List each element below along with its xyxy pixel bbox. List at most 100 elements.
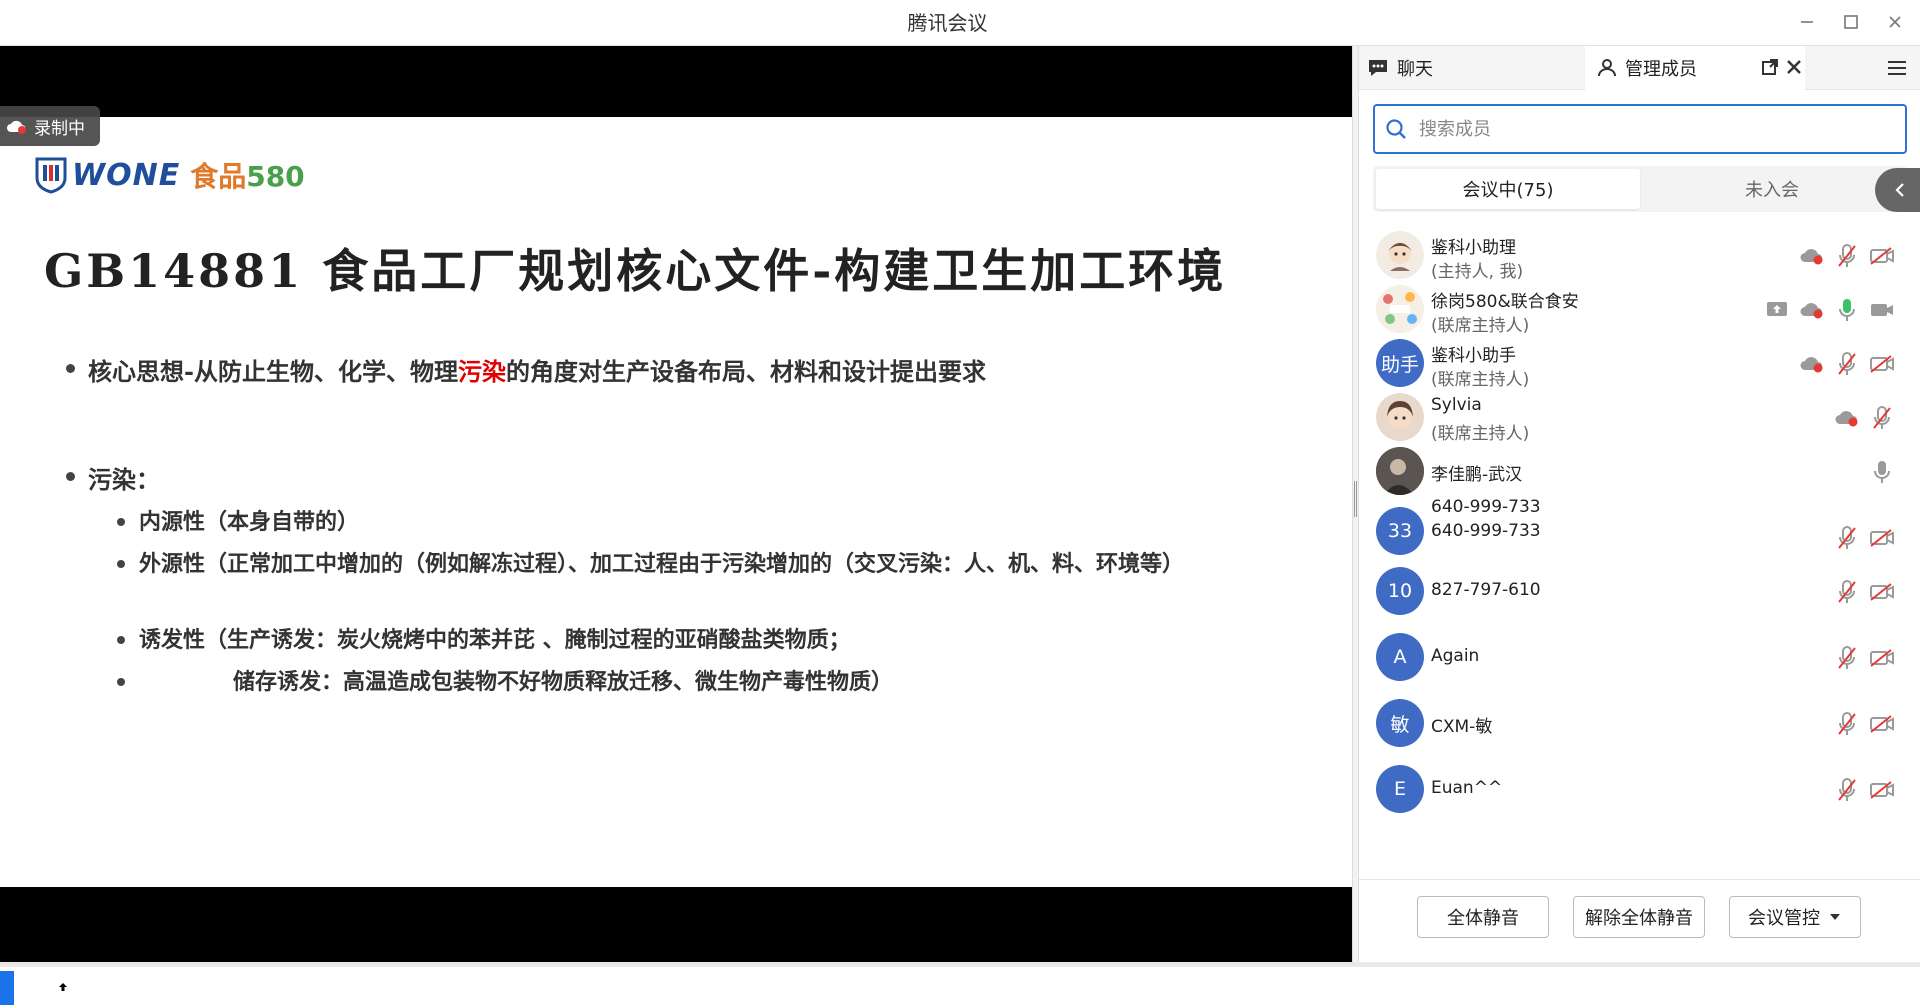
recording-label: 录制中	[34, 118, 85, 139]
member-list[interactable]: 鉴科小助理 (主持人, 我) 徐岗580&联合食安 (联席主持人) 助手 鉴科小…	[1359, 223, 1920, 879]
video-off-icon[interactable]	[1869, 776, 1895, 804]
member-row[interactable]: 敏 CXM-敏	[1359, 691, 1920, 757]
member-search-box[interactable]	[1373, 104, 1907, 154]
slide-subpoint-endogenous: 内源性（本身自带的）	[117, 505, 1239, 539]
avatar	[1376, 231, 1424, 279]
slide-title: GB14881 食品工厂规划核心文件-构建卫生加工环境	[44, 244, 1227, 298]
member-name: 827-797-610	[1431, 580, 1541, 600]
maximize-button[interactable]	[1834, 7, 1868, 37]
member-row[interactable]: A Again	[1359, 625, 1920, 691]
splitter-grip[interactable]	[1354, 481, 1357, 517]
unmute-all-button[interactable]: 解除全体静音	[1573, 896, 1705, 938]
avatar: E	[1376, 765, 1424, 813]
mic-muted-icon[interactable]	[1834, 350, 1860, 378]
member-row[interactable]: E Euan^^	[1359, 757, 1920, 823]
microphone-icon[interactable]	[24, 976, 42, 1000]
mic-muted-icon[interactable]	[1834, 776, 1860, 804]
member-subname: 640-999-733	[1431, 521, 1541, 541]
tab-chat[interactable]: 聊天	[1359, 46, 1579, 90]
video-off-icon[interactable]	[1869, 350, 1895, 378]
member-name: Again	[1431, 646, 1480, 666]
member-status-icons	[1834, 577, 1895, 607]
point1-text: 核心思想-从防止生物、化学、物理	[88, 357, 458, 386]
mute-all-button[interactable]: 全体静音	[1417, 896, 1549, 938]
screen-share-icon	[1764, 296, 1790, 324]
cloud-record-icon	[1799, 350, 1825, 378]
cloud-record-icon	[1799, 242, 1825, 270]
title-bar: 腾讯会议	[0, 0, 1920, 46]
video-off-icon[interactable]	[1869, 710, 1895, 738]
member-row[interactable]: 10 827-797-610	[1359, 559, 1920, 625]
slide-subpoint-exogenous: 外源性（正常加工中增加的（例如解冻过程）、加工过程由于污染增加的（交叉污染：人、…	[117, 547, 1269, 581]
seg-in-meeting[interactable]: 会议中(75)	[1376, 169, 1640, 209]
avatar: 敏	[1376, 699, 1424, 747]
member-search-input[interactable]	[1419, 118, 1879, 140]
video-off-icon[interactable]	[1869, 242, 1895, 270]
slide-point-core-idea: 核心思想-从防止生物、化学、物理污染的角度对生产设备布局、材料和设计提出要求	[66, 352, 986, 387]
mic-muted-icon[interactable]	[1834, 524, 1860, 552]
mic-muted-icon[interactable]	[1834, 578, 1860, 606]
mic-muted-icon[interactable]	[1834, 242, 1860, 270]
video-on-icon[interactable]	[1869, 296, 1895, 324]
video-off-icon[interactable]	[1869, 524, 1895, 552]
tab-members-label: 管理成员	[1625, 59, 1697, 80]
window-title: 腾讯会议	[907, 11, 988, 35]
member-name: 鉴科小助手	[1431, 346, 1516, 366]
point1-text-after: 的角度对生产设备布局、材料和设计提出要求	[505, 357, 986, 386]
logo-wone-text: WONE	[72, 157, 181, 193]
user-icon	[1598, 59, 1616, 77]
shared-screen[interactable]: 录制中 WONE 食品580 GB14881 食品工厂规划核心文件-构建卫生加工…	[0, 46, 1352, 1005]
cloud-record-icon	[1799, 296, 1825, 324]
member-status-icons	[1764, 295, 1895, 325]
minimize-button[interactable]	[1790, 7, 1824, 37]
avatar: A	[1376, 633, 1424, 681]
mic-muted-icon[interactable]	[1834, 644, 1860, 672]
recording-badge[interactable]: 录制中	[0, 106, 100, 146]
member-panel: 聊天 管理成员 会议中(75) 未入会	[1358, 46, 1920, 967]
panel-menu-icon[interactable]	[1887, 46, 1907, 90]
member-status-icons	[1869, 457, 1895, 487]
share-status-bar: 徐岗580&联合食安的屏幕共享	[0, 968, 1352, 1008]
meeting-control-label: 会议管控	[1748, 908, 1820, 928]
member-actions-bar: 全体静音 解除全体静音 会议管控	[1359, 879, 1920, 967]
member-status-icons	[1834, 775, 1895, 805]
collapse-panel-button[interactable]	[1875, 168, 1920, 212]
popout-icon[interactable]	[1761, 58, 1787, 81]
screen-share-icon	[53, 980, 73, 994]
member-status-icons	[1799, 241, 1895, 271]
share-indicator[interactable]	[0, 971, 14, 1005]
avatar	[1376, 393, 1424, 441]
member-name: Euan^^	[1431, 778, 1503, 798]
member-status-icons	[1834, 403, 1895, 433]
mic-active-icon[interactable]	[1834, 296, 1860, 324]
slide-subpoint-storage: 储存诱发：高温造成包装物不好物质释放迁移、微生物产毒性物质）	[117, 665, 1269, 699]
point1-highlight: 污染	[457, 357, 506, 386]
avatar: 10	[1376, 567, 1424, 615]
chat-icon	[1369, 60, 1387, 76]
mic-muted-icon[interactable]	[1834, 710, 1860, 738]
member-row[interactable]: 33 640-999-733 640-999-733	[1359, 493, 1920, 559]
avatar	[1376, 447, 1424, 495]
tab-chat-label: 聊天	[1397, 59, 1433, 80]
video-off-icon[interactable]	[1869, 578, 1895, 606]
mic-icon[interactable]	[1869, 458, 1895, 486]
member-status-icons	[1834, 709, 1895, 739]
close-panel-icon[interactable]	[1785, 58, 1811, 81]
logo-food-prefix: 食品	[190, 160, 247, 193]
avatar	[1376, 285, 1424, 333]
member-name: 640-999-733	[1431, 497, 1541, 517]
tab-manage-members[interactable]: 管理成员	[1585, 46, 1805, 90]
shield-logo-icon	[35, 157, 67, 194]
mic-muted-icon[interactable]	[1869, 404, 1895, 432]
search-icon	[1386, 119, 1406, 139]
meeting-control-button[interactable]: 会议管控	[1729, 896, 1861, 938]
member-name: Sylvia	[1431, 395, 1482, 415]
avatar: 33	[1376, 507, 1424, 555]
seg-not-joined[interactable]: 未入会	[1640, 169, 1904, 209]
member-status-icons	[1834, 523, 1895, 553]
video-off-icon[interactable]	[1869, 644, 1895, 672]
bottom-edge-strip	[0, 962, 1920, 967]
logo-food-text: 食品580	[190, 155, 304, 195]
close-window-button[interactable]	[1878, 7, 1912, 37]
logo-food-suffix: 580	[246, 160, 305, 193]
